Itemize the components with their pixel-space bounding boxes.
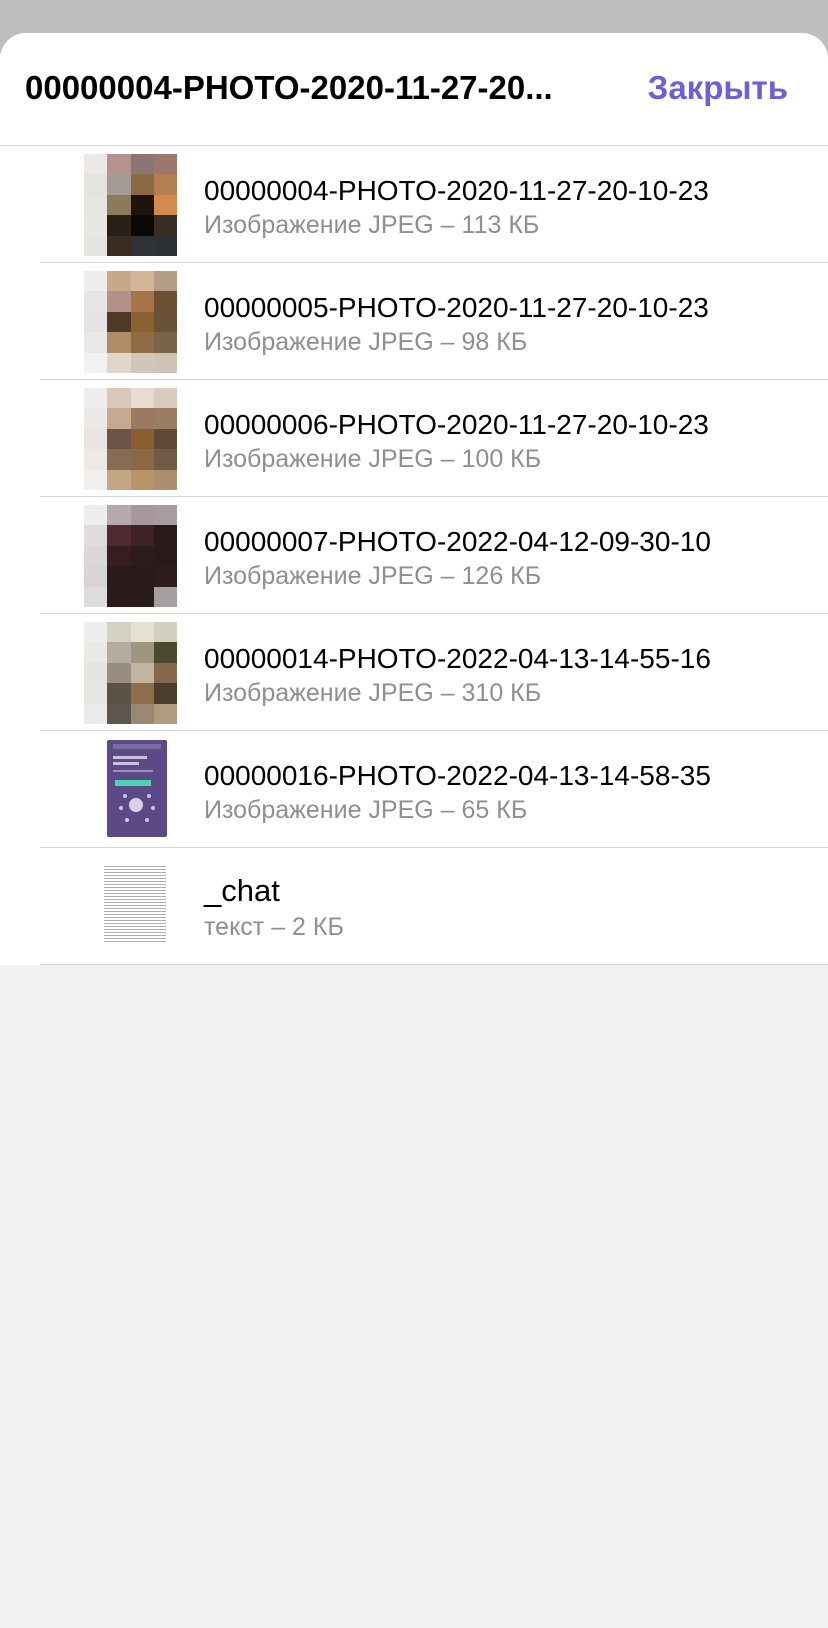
image-thumbnail: [84, 154, 177, 256]
file-row[interactable]: 00000005-PHOTO-2020-11-27-20-10-23 Изобр…: [0, 263, 828, 380]
image-thumbnail: [84, 505, 177, 607]
image-thumbnail: [84, 622, 177, 724]
file-meta: Изображение JPEG – 65 КБ: [204, 796, 528, 824]
file-row[interactable]: _chat текст – 2 КБ: [0, 848, 828, 965]
file-name: 00000014-PHOTO-2022-04-13-14-55-16: [204, 643, 711, 674]
file-meta: Изображение JPEG – 98 КБ: [204, 328, 528, 356]
file-meta: текст – 2 КБ: [204, 913, 344, 941]
file-name: 00000016-PHOTO-2022-04-13-14-58-35: [204, 760, 711, 791]
image-thumbnail: [84, 271, 177, 373]
file-row[interactable]: 00000006-PHOTO-2020-11-27-20-10-23 Изобр…: [0, 380, 828, 497]
file-name: 00000005-PHOTO-2020-11-27-20-10-23: [204, 292, 709, 323]
file-name: _chat: [204, 873, 280, 908]
screenshot-thumbnail: [107, 740, 167, 837]
text-document-thumbnail: [104, 864, 166, 944]
file-name: 00000006-PHOTO-2020-11-27-20-10-23: [204, 409, 709, 440]
file-row[interactable]: 00000016-PHOTO-2022-04-13-14-58-35 Изобр…: [0, 731, 828, 848]
file-row[interactable]: 00000004-PHOTO-2020-11-27-20-10-23 Изобр…: [0, 146, 828, 263]
sheet-header: 00000004-PHOTO-2020-11-27-20... Закрыть: [0, 33, 828, 146]
file-meta: Изображение JPEG – 100 КБ: [204, 445, 542, 473]
file-row[interactable]: 00000007-PHOTO-2022-04-12-09-30-10 Изобр…: [0, 497, 828, 614]
file-name: 00000004-PHOTO-2020-11-27-20-10-23: [204, 175, 709, 206]
file-meta: Изображение JPEG – 310 КБ: [204, 679, 542, 707]
close-button[interactable]: Закрыть: [648, 69, 788, 107]
image-thumbnail: [84, 388, 177, 490]
file-name: 00000007-PHOTO-2022-04-12-09-30-10: [204, 526, 711, 557]
file-list: 00000004-PHOTO-2020-11-27-20-10-23 Изобр…: [0, 146, 828, 965]
file-meta: Изображение JPEG – 126 КБ: [204, 562, 542, 590]
file-row[interactable]: 00000014-PHOTO-2022-04-13-14-55-16 Изобр…: [0, 614, 828, 731]
sheet-title: 00000004-PHOTO-2020-11-27-20...: [25, 69, 553, 106]
file-list-sheet: 00000004-PHOTO-2020-11-27-20... Закрыть …: [0, 33, 828, 1628]
file-meta: Изображение JPEG – 113 КБ: [204, 211, 540, 239]
